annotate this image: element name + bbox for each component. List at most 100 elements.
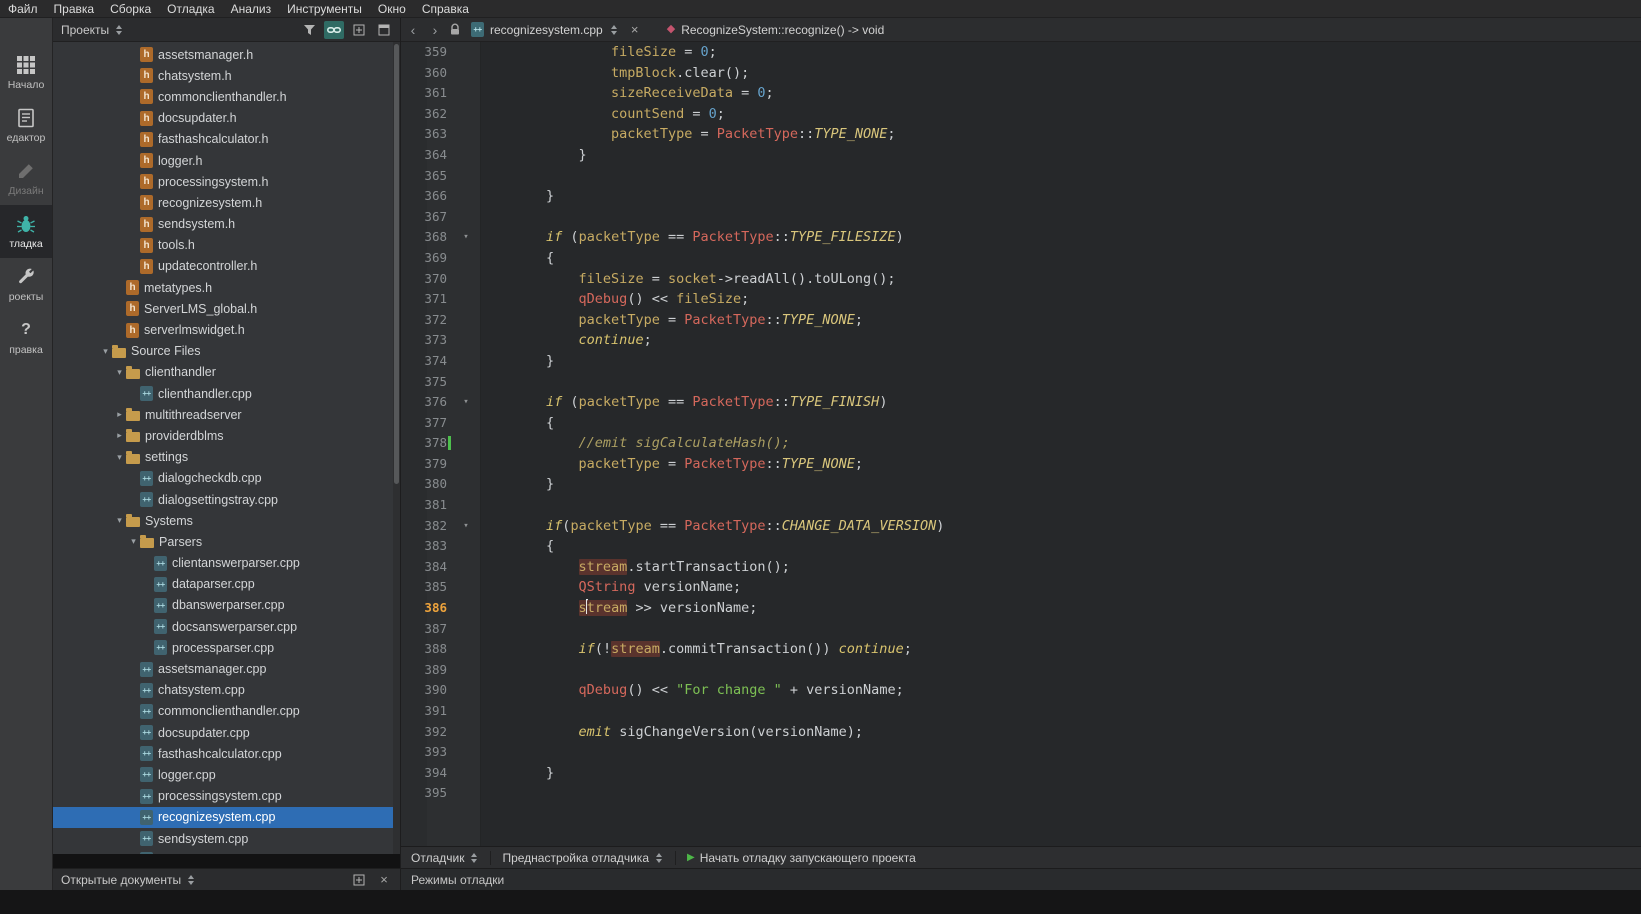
tree-item-recognizesystem.cpp[interactable]: ++recognizesystem.cpp [53, 807, 400, 828]
line-number[interactable]: 377 [401, 413, 451, 434]
tree-item-Systems[interactable]: ▾Systems [53, 510, 400, 531]
fold-marker-icon[interactable]: ▾ [451, 227, 481, 248]
sync-with-editor-link-icon[interactable] [324, 21, 344, 39]
tree-item-logger.h[interactable]: hlogger.h [53, 150, 400, 171]
tree-item-fasthashcalculator.h[interactable]: hfasthashcalculator.h [53, 129, 400, 150]
tree-item-assetsmanager.h[interactable]: hassetsmanager.h [53, 44, 400, 65]
tree-item-sendsystem.cpp[interactable]: ++sendsystem.cpp [53, 828, 400, 849]
panel-splitter[interactable] [53, 854, 400, 868]
code-text[interactable]: countSend = 0; [481, 104, 725, 125]
line-number[interactable]: 386 [401, 598, 451, 619]
line-number[interactable]: 376 [401, 392, 451, 413]
code-text[interactable]: } [481, 474, 554, 495]
chevron-down-icon[interactable]: ▾ [113, 452, 126, 463]
line-number[interactable]: 375 [401, 372, 451, 393]
code-text[interactable]: { [481, 413, 554, 434]
code-text[interactable]: } [481, 145, 587, 166]
code-text[interactable]: packetType = PacketType::TYPE_NONE; [481, 310, 863, 331]
line-number[interactable]: 382 [401, 516, 451, 537]
debug-modes-bar[interactable]: Режимы отладки [401, 868, 1641, 890]
mode-home-grid[interactable]: Начало [0, 46, 52, 99]
tree-item-clienthandler[interactable]: ▾clienthandler [53, 362, 400, 383]
code-text[interactable]: tmpBlock.clear(); [481, 63, 749, 84]
debugger-selector[interactable]: Отладчик [411, 851, 479, 865]
tree-item-dataparser.cpp[interactable]: ++dataparser.cpp [53, 574, 400, 595]
code-text[interactable]: if (packetType == PacketType::TYPE_FINIS… [481, 392, 887, 413]
line-number[interactable]: 363 [401, 124, 451, 145]
chevron-down-icon[interactable]: ▾ [99, 346, 112, 357]
document-dropdown[interactable]: ++ recognizesystem.cpp [471, 22, 619, 37]
tree-item-commonclienthandler.h[interactable]: hcommonclienthandler.h [53, 86, 400, 107]
menu-item-Справка[interactable]: Справка [414, 0, 477, 18]
tree-item-commonclienthandler.cpp[interactable]: ++commonclienthandler.cpp [53, 701, 400, 722]
menu-item-Анализ[interactable]: Анализ [223, 0, 280, 18]
line-number[interactable]: 379 [401, 454, 451, 475]
menu-item-Правка[interactable]: Правка [46, 0, 103, 18]
chevron-down-icon[interactable]: ▾ [127, 536, 140, 547]
tree-item-clienthandler.cpp[interactable]: ++clienthandler.cpp [53, 383, 400, 404]
code-text[interactable]: fileSize = 0; [481, 42, 717, 63]
code-text[interactable]: } [481, 186, 554, 207]
tree-item-multithreadserver[interactable]: ▸multithreadserver [53, 404, 400, 425]
fold-marker-icon[interactable]: ▾ [451, 516, 481, 537]
code-text[interactable]: if (packetType == PacketType::TYPE_FILES… [481, 227, 904, 248]
forward-icon[interactable]: › [427, 23, 443, 37]
line-number[interactable]: 360 [401, 63, 451, 84]
line-number[interactable]: 395 [401, 783, 451, 804]
fold-marker-icon[interactable]: ▾ [451, 392, 481, 413]
line-number[interactable]: 387 [401, 619, 451, 640]
chevron-down-icon[interactable]: ▾ [113, 515, 126, 526]
tree-scrollbar-thumb[interactable] [394, 44, 399, 484]
code-text[interactable]: emit sigChangeVersion(versionName); [481, 722, 863, 743]
line-number[interactable]: 365 [401, 166, 451, 187]
line-number[interactable]: 384 [401, 557, 451, 578]
line-number[interactable]: 366 [401, 186, 451, 207]
tree-item-assetsmanager.cpp[interactable]: ++assetsmanager.cpp [53, 658, 400, 679]
mode-design[interactable]: Дизайн [0, 152, 52, 205]
code-text[interactable]: stream >> versionName; [481, 598, 757, 619]
tree-item-dbanswerparser.cpp[interactable]: ++dbanswerparser.cpp [53, 595, 400, 616]
line-number[interactable]: 388 [401, 639, 451, 660]
open-documents-title[interactable]: Открытые документы [61, 873, 181, 887]
tree-item-providerdblms[interactable]: ▸providerdblms [53, 425, 400, 446]
code-text[interactable]: packetType = PacketType::TYPE_NONE; [481, 454, 863, 475]
line-number[interactable]: 380 [401, 474, 451, 495]
new-window-icon[interactable] [374, 21, 394, 39]
tree-item-clientanswerparser.cpp[interactable]: ++clientanswerparser.cpp [53, 553, 400, 574]
code-text[interactable]: if(!stream.commitTransaction()) continue… [481, 639, 912, 660]
projects-panel-title[interactable]: Проекты [61, 23, 109, 37]
code-text[interactable]: qDebug() << fileSize; [481, 289, 749, 310]
tree-item-sendsystem.h[interactable]: hsendsystem.h [53, 214, 400, 235]
line-number[interactable]: 361 [401, 83, 451, 104]
symbol-selector[interactable]: ◆ RecognizeSystem::recognize() -> void [667, 23, 885, 37]
split-icon[interactable] [349, 871, 369, 889]
line-number[interactable]: 367 [401, 207, 451, 228]
code-text[interactable]: { [481, 536, 554, 557]
back-icon[interactable]: ‹ [405, 23, 421, 37]
menu-item-Сборка[interactable]: Сборка [102, 0, 159, 18]
chevron-down-icon[interactable]: ▾ [113, 367, 126, 378]
tree-item-settings[interactable]: ▾settings [53, 447, 400, 468]
tree-item-ServerLMS_global.h[interactable]: hServerLMS_global.h [53, 298, 400, 319]
tree-item-processingsystem.h[interactable]: hprocessingsystem.h [53, 171, 400, 192]
tree-item-docsupdater.cpp[interactable]: ++docsupdater.cpp [53, 722, 400, 743]
line-number[interactable]: 383 [401, 536, 451, 557]
close-icon[interactable]: × [374, 871, 394, 889]
code-text[interactable]: { [481, 248, 554, 269]
tree-item-fasthashcalculator.cpp[interactable]: ++fasthashcalculator.cpp [53, 743, 400, 764]
lock-icon[interactable] [449, 23, 461, 36]
line-number[interactable]: 369 [401, 248, 451, 269]
code-text[interactable]: //emit sigCalculateHash(); [481, 433, 790, 454]
code-text[interactable]: sizeReceiveData = 0; [481, 83, 774, 104]
panel-selector-updown-icon[interactable] [186, 875, 196, 885]
tree-item-dialogsettingstray.cpp[interactable]: ++dialogsettingstray.cpp [53, 489, 400, 510]
line-number[interactable]: 372 [401, 310, 451, 331]
line-number[interactable]: 359 [401, 42, 451, 63]
code-text[interactable]: packetType = PacketType::TYPE_NONE; [481, 124, 896, 145]
code-editor[interactable]: 359 fileSize = 0; 360 tmpBlock.clear(); 36… [401, 42, 1641, 846]
line-number[interactable]: 373 [401, 330, 451, 351]
line-number[interactable]: 368 [401, 227, 451, 248]
tree-item-docsupdater.h[interactable]: hdocsupdater.h [53, 108, 400, 129]
tree-scrollbar[interactable] [393, 42, 400, 854]
close-document-icon[interactable]: × [625, 21, 645, 39]
